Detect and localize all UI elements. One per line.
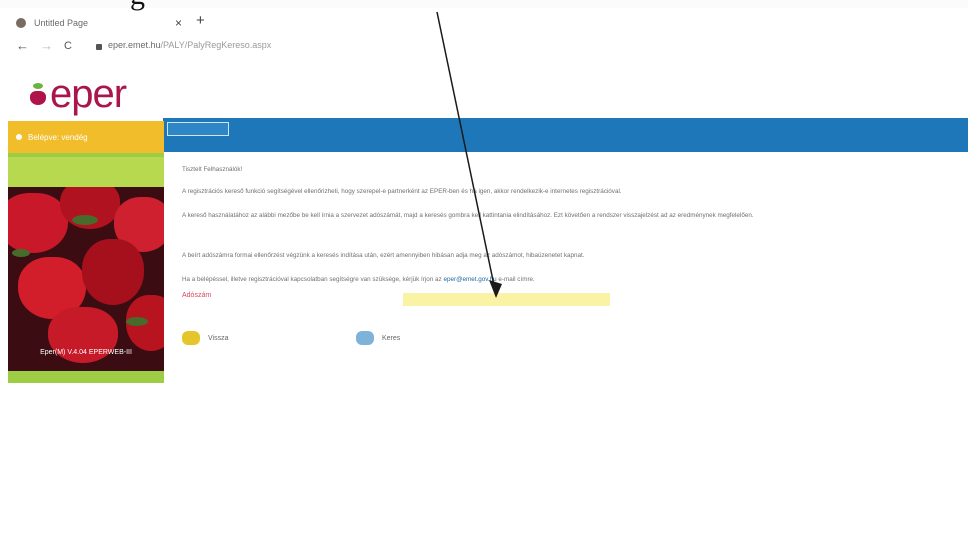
info-paragraph-3: A beírt adószámra formai ellenőrzést vég…	[182, 252, 585, 259]
back-button-label: Vissza	[208, 334, 229, 342]
browser-tab[interactable]: Untitled Page ×	[16, 14, 186, 32]
new-tab-button[interactable]: +	[196, 12, 205, 29]
favicon-icon	[16, 18, 26, 28]
sidebar: Belépve: vendég Eper(M) V.4.04 EPERWEB-I…	[8, 121, 164, 383]
info-paragraph-2: A kereső használatához az alábbi mezőbe …	[182, 212, 754, 219]
user-label: Belépve: vendég	[28, 132, 88, 142]
version-label: Eper(M) V.4.04 EPERWEB-III	[40, 349, 132, 356]
support-email-link[interactable]: eper@emet.gov.hu	[443, 276, 496, 283]
strawberry-logo-icon	[30, 83, 46, 105]
eper-logo[interactable]: eper	[30, 71, 127, 116]
sidebar-band	[8, 157, 164, 187]
back-arrow-icon[interactable]: ←	[16, 38, 29, 53]
tax-number-label: Adószám	[182, 292, 212, 299]
main-menu-bar	[163, 118, 968, 152]
reload-icon[interactable]: C	[64, 40, 72, 52]
back-icon	[182, 331, 200, 345]
close-icon[interactable]: ×	[175, 16, 182, 30]
search-button-label: Keres	[382, 334, 401, 342]
address-bar[interactable]: eper.emet.hu/PALY/PalyRegKereso.aspx	[108, 40, 271, 50]
lock-icon	[96, 44, 102, 50]
info-paragraph-1: A regisztrációs kereső funkció segítségé…	[182, 188, 622, 195]
help-text-after: e-mail címre.	[496, 276, 535, 283]
tab-title: Untitled Page	[34, 18, 89, 28]
search-icon	[356, 331, 374, 345]
scan-top-strip	[0, 0, 968, 8]
url-host: eper.emet.hu	[108, 40, 161, 50]
strawberry-photo	[8, 187, 164, 371]
url-path: /PALY/PalyRegKereso.aspx	[160, 40, 272, 50]
greeting-text: Tisztelt Felhasználók!	[182, 166, 243, 173]
user-icon	[16, 134, 22, 140]
help-text-before: Ha a belépéssel, illetve regisztrációval…	[182, 276, 444, 283]
help-paragraph: Ha a belépéssel, illetve regisztrációval…	[182, 274, 942, 285]
menu-tab-selected[interactable]	[167, 122, 229, 136]
annotation-text: g	[130, 0, 145, 12]
tax-number-input[interactable]	[403, 293, 610, 306]
logo-text: eper	[50, 71, 127, 116]
search-button[interactable]: Keres	[356, 330, 400, 346]
user-header: Belépve: vendég	[8, 121, 164, 153]
forward-arrow-icon[interactable]: →	[40, 38, 53, 53]
back-button[interactable]: Vissza	[182, 330, 229, 346]
